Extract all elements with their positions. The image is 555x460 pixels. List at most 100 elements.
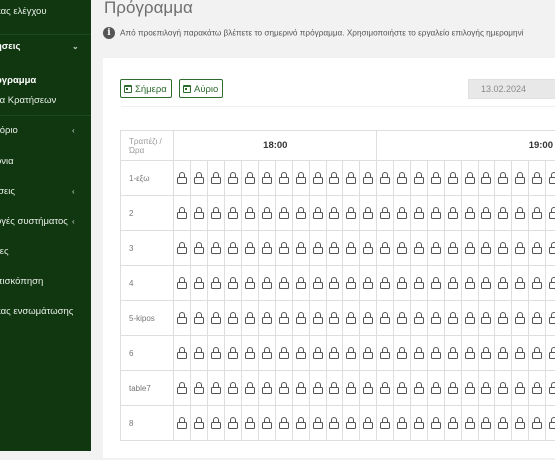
time-slot-cell[interactable] bbox=[495, 371, 512, 406]
time-slot-cell[interactable] bbox=[461, 336, 478, 371]
time-slot-cell[interactable] bbox=[394, 336, 411, 371]
time-slot-cell[interactable] bbox=[242, 336, 259, 371]
time-slot-cell[interactable] bbox=[394, 231, 411, 266]
time-slot-cell[interactable] bbox=[292, 266, 309, 301]
time-slot-cell[interactable] bbox=[512, 231, 529, 266]
time-slot-cell[interactable] bbox=[546, 406, 555, 441]
time-slot-cell[interactable] bbox=[394, 161, 411, 196]
time-slot-cell[interactable] bbox=[275, 231, 292, 266]
time-slot-cell[interactable] bbox=[174, 266, 191, 301]
time-slot-cell[interactable] bbox=[546, 196, 555, 231]
time-slot-cell[interactable] bbox=[529, 406, 546, 441]
time-slot-cell[interactable] bbox=[309, 301, 326, 336]
time-slot-cell[interactable] bbox=[377, 266, 394, 301]
time-slot-cell[interactable] bbox=[208, 336, 225, 371]
time-slot-cell[interactable] bbox=[394, 406, 411, 441]
time-slot-cell[interactable] bbox=[292, 196, 309, 231]
time-slot-cell[interactable] bbox=[410, 266, 427, 301]
time-slot-cell[interactable] bbox=[444, 161, 461, 196]
time-slot-cell[interactable] bbox=[546, 266, 555, 301]
time-slot-cell[interactable] bbox=[225, 371, 242, 406]
time-slot-cell[interactable] bbox=[326, 231, 343, 266]
time-slot-cell[interactable] bbox=[546, 336, 555, 371]
time-slot-cell[interactable] bbox=[242, 161, 259, 196]
time-slot-cell[interactable] bbox=[292, 406, 309, 441]
time-slot-cell[interactable] bbox=[546, 301, 555, 336]
time-slot-cell[interactable] bbox=[495, 266, 512, 301]
time-slot-cell[interactable] bbox=[208, 301, 225, 336]
time-slot-cell[interactable] bbox=[529, 266, 546, 301]
time-slot-cell[interactable] bbox=[529, 371, 546, 406]
time-slot-cell[interactable] bbox=[461, 231, 478, 266]
time-slot-cell[interactable] bbox=[174, 161, 191, 196]
time-slot-cell[interactable] bbox=[495, 196, 512, 231]
time-slot-cell[interactable] bbox=[444, 406, 461, 441]
time-slot-cell[interactable] bbox=[495, 231, 512, 266]
time-slot-cell[interactable] bbox=[394, 301, 411, 336]
tomorrow-button[interactable]: Αύριο bbox=[179, 79, 223, 98]
time-slot-cell[interactable] bbox=[258, 336, 275, 371]
time-slot-cell[interactable] bbox=[360, 231, 377, 266]
time-slot-cell[interactable] bbox=[360, 196, 377, 231]
time-slot-cell[interactable] bbox=[461, 161, 478, 196]
time-slot-cell[interactable] bbox=[529, 161, 546, 196]
time-slot-cell[interactable] bbox=[292, 371, 309, 406]
time-slot-cell[interactable] bbox=[394, 371, 411, 406]
time-slot-cell[interactable] bbox=[394, 196, 411, 231]
time-slot-cell[interactable] bbox=[191, 301, 208, 336]
time-slot-cell[interactable] bbox=[191, 406, 208, 441]
time-slot-cell[interactable] bbox=[275, 301, 292, 336]
time-slot-cell[interactable] bbox=[512, 196, 529, 231]
time-slot-cell[interactable] bbox=[343, 196, 360, 231]
time-slot-cell[interactable] bbox=[360, 371, 377, 406]
time-slot-cell[interactable] bbox=[225, 196, 242, 231]
time-slot-cell[interactable] bbox=[478, 266, 495, 301]
time-slot-cell[interactable] bbox=[461, 371, 478, 406]
time-slot-cell[interactable] bbox=[275, 196, 292, 231]
time-slot-cell[interactable] bbox=[292, 336, 309, 371]
time-slot-cell[interactable] bbox=[258, 196, 275, 231]
time-slot-cell[interactable] bbox=[343, 371, 360, 406]
time-slot-cell[interactable] bbox=[275, 336, 292, 371]
time-slot-cell[interactable] bbox=[343, 301, 360, 336]
time-slot-cell[interactable] bbox=[444, 266, 461, 301]
time-slot-cell[interactable] bbox=[512, 406, 529, 441]
time-slot-cell[interactable] bbox=[275, 406, 292, 441]
time-slot-cell[interactable] bbox=[343, 336, 360, 371]
time-slot-cell[interactable] bbox=[309, 371, 326, 406]
time-slot-cell[interactable] bbox=[174, 301, 191, 336]
time-slot-cell[interactable] bbox=[377, 301, 394, 336]
date-picker-input[interactable]: 13.02.2024 bbox=[468, 79, 555, 99]
time-slot-cell[interactable] bbox=[292, 301, 309, 336]
time-slot-cell[interactable] bbox=[258, 406, 275, 441]
time-slot-cell[interactable] bbox=[208, 161, 225, 196]
time-slot-cell[interactable] bbox=[309, 161, 326, 196]
time-slot-cell[interactable] bbox=[242, 406, 259, 441]
time-slot-cell[interactable] bbox=[191, 196, 208, 231]
time-slot-cell[interactable] bbox=[208, 231, 225, 266]
time-slot-cell[interactable] bbox=[512, 301, 529, 336]
time-slot-cell[interactable] bbox=[343, 231, 360, 266]
time-slot-cell[interactable] bbox=[512, 266, 529, 301]
time-slot-cell[interactable] bbox=[377, 196, 394, 231]
time-slot-cell[interactable] bbox=[326, 336, 343, 371]
time-slot-cell[interactable] bbox=[546, 371, 555, 406]
time-slot-cell[interactable] bbox=[309, 266, 326, 301]
time-slot-cell[interactable] bbox=[478, 336, 495, 371]
time-slot-cell[interactable] bbox=[427, 301, 444, 336]
time-slot-cell[interactable] bbox=[360, 336, 377, 371]
time-slot-cell[interactable] bbox=[495, 301, 512, 336]
time-slot-cell[interactable] bbox=[461, 196, 478, 231]
time-slot-cell[interactable] bbox=[360, 161, 377, 196]
time-slot-cell[interactable] bbox=[343, 406, 360, 441]
time-slot-cell[interactable] bbox=[309, 336, 326, 371]
time-slot-cell[interactable] bbox=[275, 371, 292, 406]
time-slot-cell[interactable] bbox=[258, 161, 275, 196]
time-slot-cell[interactable] bbox=[410, 301, 427, 336]
time-slot-cell[interactable] bbox=[529, 231, 546, 266]
time-slot-cell[interactable] bbox=[258, 231, 275, 266]
time-slot-cell[interactable] bbox=[360, 406, 377, 441]
time-slot-cell[interactable] bbox=[478, 196, 495, 231]
time-slot-cell[interactable] bbox=[191, 266, 208, 301]
time-slot-cell[interactable] bbox=[242, 301, 259, 336]
